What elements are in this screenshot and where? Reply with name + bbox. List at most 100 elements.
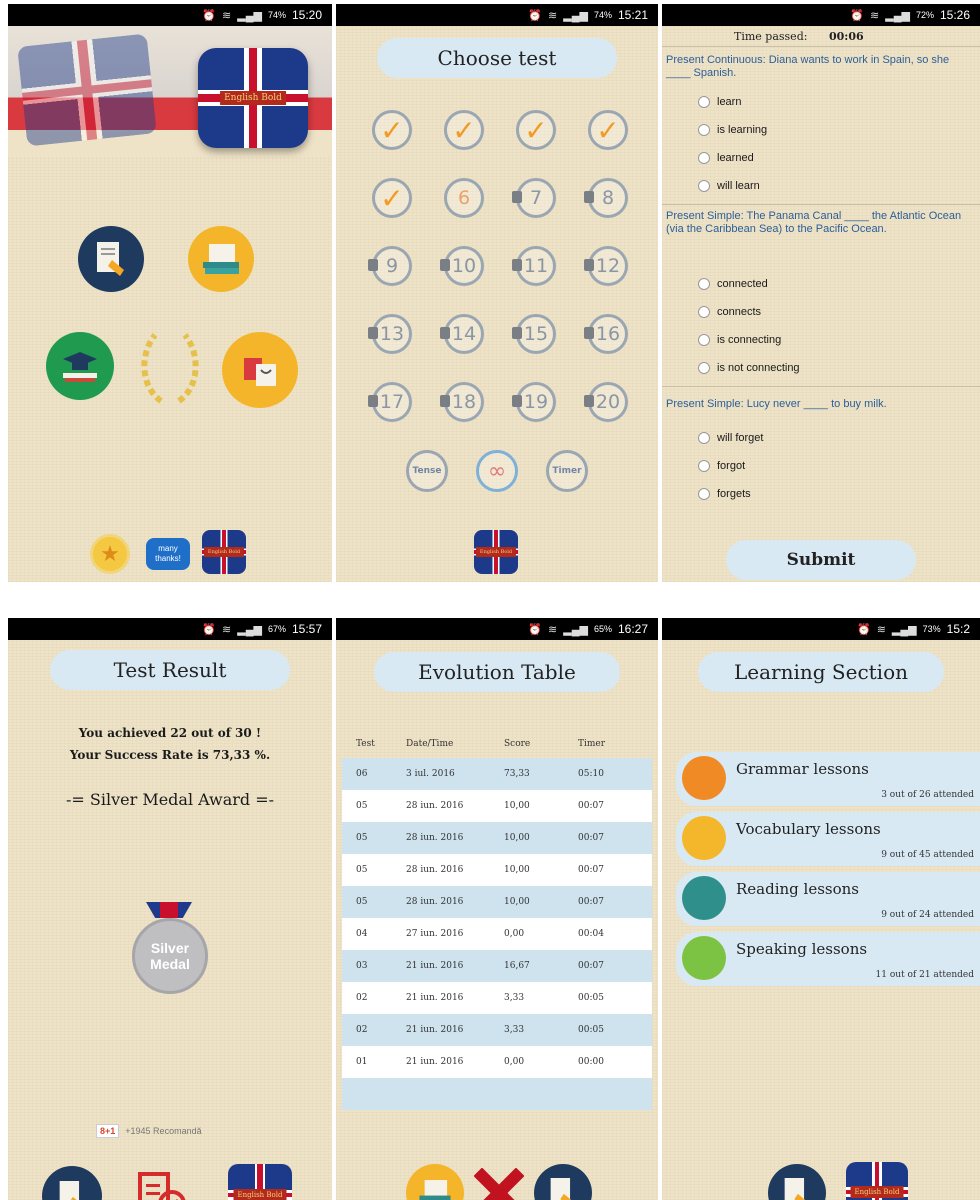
tests-icon[interactable] <box>42 1166 102 1200</box>
infinite-mode-button[interactable]: ∞ <box>476 450 518 492</box>
table-cell: 00:05 <box>578 1025 604 1035</box>
table-cell: 00:00 <box>578 1057 604 1067</box>
radio-button[interactable] <box>698 180 710 192</box>
graduation-icon[interactable] <box>46 332 114 400</box>
radio-button[interactable] <box>698 432 710 444</box>
test-15-button[interactable]: 15 <box>512 314 556 354</box>
radio-button[interactable] <box>698 488 710 500</box>
tense-mode-button[interactable]: Tense <box>406 450 448 492</box>
score-line: You achieved 22 out of 30 ! <box>78 726 262 740</box>
radio-button[interactable] <box>698 96 710 108</box>
rate-star-icon[interactable]: ★ <box>90 534 130 574</box>
test-7-button[interactable]: 7 <box>512 178 556 218</box>
radio-button[interactable] <box>698 362 710 374</box>
option-connected[interactable]: connected <box>698 278 768 290</box>
lessons-icon[interactable] <box>406 1164 464 1200</box>
option-forgot[interactable]: forgot <box>698 460 745 472</box>
option-will-learn[interactable]: will learn <box>698 180 760 192</box>
battery-percent: 67% <box>267 624 286 634</box>
clear-icon[interactable] <box>473 1167 525 1200</box>
alarm-icon: ⏰ <box>202 9 217 22</box>
status-bar: ⏰ ≋ ▂▄▆ 74% 15:20 <box>8 4 332 26</box>
flag-button[interactable]: English Bold <box>228 1164 292 1200</box>
signal-icon: ▂▄▆ <box>891 623 917 636</box>
test-4-button[interactable]: ✓ <box>588 110 628 150</box>
clock: 15:21 <box>617 8 648 22</box>
test-16-button[interactable]: 16 <box>584 314 628 354</box>
app-logo[interactable]: English Bold <box>198 48 308 148</box>
award-line: -= Silver Medal Award =- <box>65 790 275 809</box>
timer-row: Time passed: 00:06 <box>734 30 864 43</box>
test-2-button[interactable]: ✓ <box>444 110 484 150</box>
timer-mode-button[interactable]: Timer <box>546 450 588 492</box>
radio-button[interactable] <box>698 334 710 346</box>
option-is-not-connecting[interactable]: is not connecting <box>698 362 800 374</box>
vocabulary-lessons-card[interactable]: Vocabulary lessons 9 out of 45 attended <box>676 812 980 866</box>
test-18-button[interactable]: 18 <box>440 382 484 422</box>
radio-button[interactable] <box>698 278 710 290</box>
speaking-lessons-card[interactable]: Speaking lessons 11 out of 21 attended <box>676 932 980 986</box>
flag-button[interactable]: English Bold <box>202 530 246 574</box>
radio-button[interactable] <box>698 460 710 472</box>
test-20-button[interactable]: 20 <box>584 382 628 422</box>
test-14-button[interactable]: 14 <box>440 314 484 354</box>
tests-icon[interactable] <box>768 1164 826 1200</box>
shop-icon[interactable] <box>222 332 298 408</box>
page-title: Learning Section <box>698 652 944 692</box>
battery-percent: 72% <box>915 10 934 20</box>
test-8-button[interactable]: 8 <box>584 178 628 218</box>
table-cell: 21 iun. 2016 <box>406 961 464 971</box>
test-10-button[interactable]: 10 <box>440 246 484 286</box>
lock-icon <box>368 327 378 339</box>
review-icon[interactable] <box>134 1166 194 1200</box>
tests-icon[interactable] <box>78 226 144 292</box>
flag-button[interactable]: English Bold <box>474 530 518 574</box>
test-3-button[interactable]: ✓ <box>516 110 556 150</box>
flag-button[interactable]: English Bold <box>846 1162 908 1200</box>
test-grid: ✓ ✓ ✓ ✓ ✓ 6 7 8 9 10 11 12 13 14 15 16 17 18 19 20 <box>336 26 658 582</box>
test-11-button[interactable]: 11 <box>512 246 556 286</box>
lesson-title: Speaking lessons <box>736 940 868 958</box>
test-19-button[interactable]: 19 <box>512 382 556 422</box>
submit-button[interactable]: Submit <box>726 540 916 580</box>
test-label: 10 <box>451 255 477 277</box>
option-learn[interactable]: learn <box>698 96 741 108</box>
test-12-button[interactable]: 12 <box>584 246 628 286</box>
reading-lessons-card[interactable]: Reading lessons 9 out of 24 attended <box>676 872 980 926</box>
radio-button[interactable] <box>698 124 710 136</box>
test-label: 19 <box>523 391 549 413</box>
option-forgets[interactable]: forgets <box>698 488 751 500</box>
option-learned[interactable]: learned <box>698 152 754 164</box>
flag-text: English Bold <box>203 547 245 557</box>
test-1-button[interactable]: ✓ <box>372 110 412 150</box>
tense-label: Tense <box>412 466 442 476</box>
lesson-title: Reading lessons <box>736 880 860 898</box>
result-background: Test Result You achieved 22 out of 30 ! … <box>8 640 332 1200</box>
gplus-button[interactable]: 8+1 <box>96 1124 120 1138</box>
radio-button[interactable] <box>698 152 710 164</box>
alarm-icon: ⏰ <box>850 9 865 22</box>
option-connects[interactable]: connects <box>698 306 761 318</box>
thanks-button[interactable]: many thanks! <box>146 538 190 570</box>
test-5-button[interactable]: ✓ <box>372 178 412 218</box>
gplus-widget[interactable]: 8+1 +1945 Recomandă <box>96 1124 202 1138</box>
test-13-button[interactable]: 13 <box>368 314 412 354</box>
test-6-button[interactable]: 6 <box>444 178 484 218</box>
wifi-icon: ≋ <box>548 623 558 636</box>
grammar-lessons-card[interactable]: Grammar lessons 3 out of 26 attended <box>676 752 980 806</box>
option-is-connecting[interactable]: is connecting <box>698 334 781 346</box>
lessons-icon[interactable] <box>188 226 254 292</box>
home-screen: ⏰ ≋ ▂▄▆ 74% 15:20 English Bold ★ many th… <box>8 4 332 582</box>
option-is-learning[interactable]: is learning <box>698 124 767 136</box>
tests-icon[interactable] <box>534 1164 592 1200</box>
test-9-button[interactable]: 9 <box>368 246 412 286</box>
test-17-button[interactable]: 17 <box>368 382 412 422</box>
test-label: 14 <box>451 323 477 345</box>
flag-text: English Bold <box>475 547 517 557</box>
lock-icon <box>440 395 450 407</box>
radio-button[interactable] <box>698 306 710 318</box>
table-cell: 3 iul. 2016 <box>406 769 455 779</box>
option-will-forget[interactable]: will forget <box>698 432 763 444</box>
open-book-icon <box>682 816 726 860</box>
lock-icon <box>512 191 522 203</box>
